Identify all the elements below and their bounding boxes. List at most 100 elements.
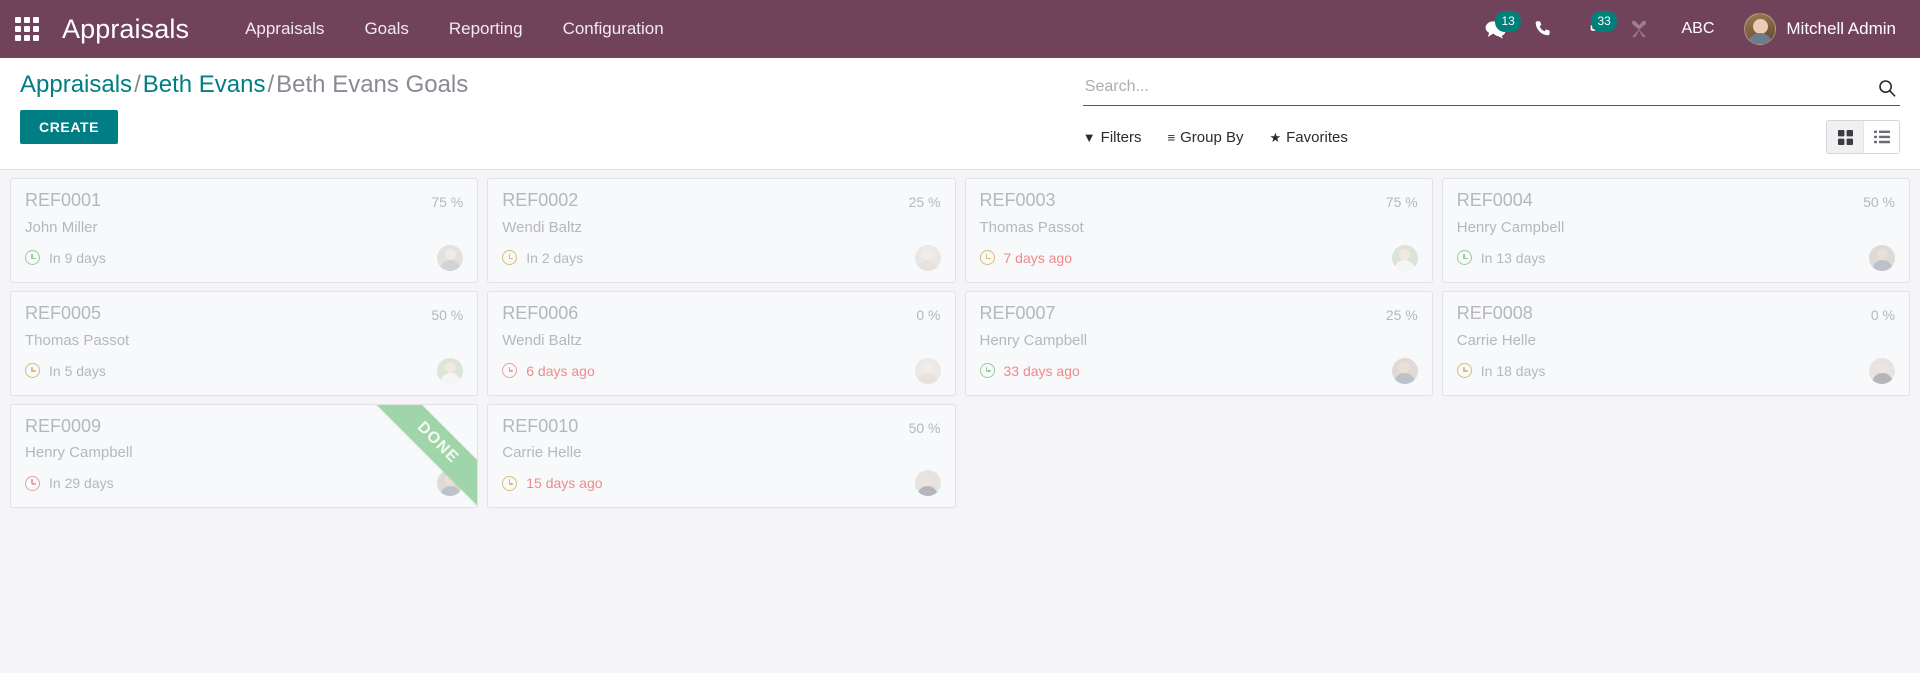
card-person-name: Henry Campbell bbox=[979, 331, 1088, 349]
search-input[interactable] bbox=[1082, 76, 1870, 100]
card-avatar[interactable] bbox=[1869, 244, 1895, 271]
avatar bbox=[1744, 13, 1777, 45]
clock-icon bbox=[25, 363, 40, 379]
card-reference: REF0008 bbox=[1456, 302, 1533, 323]
card-person-name: Carrie Helle bbox=[1456, 331, 1536, 349]
card-deadline: 33 days ago bbox=[979, 362, 1080, 379]
control-panel: Appraisals/Beth Evans/Beth Evans Goals C… bbox=[0, 58, 1920, 170]
card-reference: REF0005 bbox=[25, 302, 102, 323]
nav-item-configuration[interactable]: Configuration bbox=[543, 11, 684, 47]
kanban-card[interactable]: REF0002 25 % Wendi Baltz In 2 days bbox=[487, 178, 956, 283]
card-deadline-label: 6 days ago bbox=[526, 362, 595, 379]
app-brand-title[interactable]: Appraisals bbox=[52, 14, 199, 45]
card-footer: 7 days ago bbox=[979, 244, 1418, 272]
avatar-head bbox=[1876, 361, 1888, 373]
card-avatar[interactable] bbox=[914, 244, 941, 271]
avatar-head bbox=[922, 474, 933, 486]
nav-item-appraisals[interactable]: Appraisals bbox=[225, 11, 344, 47]
card-deadline: In 5 days bbox=[25, 363, 106, 379]
search-view bbox=[1082, 76, 1900, 106]
favorites-dropdown[interactable]: ★ Favorites bbox=[1269, 129, 1347, 146]
card-reference: REF0007 bbox=[979, 302, 1056, 323]
clock-icon bbox=[502, 363, 518, 379]
filter-funnel-icon: ▼ bbox=[1082, 129, 1096, 145]
card-avatar[interactable] bbox=[1391, 357, 1418, 384]
company-switcher[interactable]: ABC bbox=[1665, 12, 1730, 46]
view-switcher bbox=[1826, 120, 1900, 154]
clock-icon bbox=[502, 475, 518, 491]
card-reference: REF0006 bbox=[502, 302, 579, 323]
card-progress-percent: 75 % bbox=[1385, 194, 1418, 210]
kanban-card[interactable]: REF0001 75 % John Miller In 9 days bbox=[10, 178, 479, 283]
kanban-card[interactable]: REF0004 50 % Henry Campbell In 13 days bbox=[1441, 178, 1910, 283]
list-icon[interactable] bbox=[1863, 121, 1899, 153]
kanban-card[interactable]: REF0007 25 % Henry Campbell 33 days ago bbox=[964, 290, 1433, 396]
card-footer: 15 days ago bbox=[502, 469, 941, 497]
breadcrumb-item-appraisals[interactable]: Appraisals bbox=[20, 71, 132, 98]
kanban-card[interactable]: REF0005 50 % Thomas Passot In 5 days bbox=[10, 290, 479, 396]
nav-item-goals[interactable]: Goals bbox=[344, 11, 428, 47]
avatar-head bbox=[922, 361, 933, 373]
apps-grid-icon[interactable] bbox=[10, 12, 44, 46]
avatar-head bbox=[1876, 248, 1888, 260]
wrench-icon[interactable] bbox=[1617, 7, 1661, 51]
card-deadline: In 18 days bbox=[1456, 363, 1545, 379]
group-by-label: Group By bbox=[1180, 128, 1244, 146]
card-deadline: 6 days ago bbox=[502, 363, 595, 379]
avatar-head bbox=[444, 248, 456, 260]
create-button[interactable]: CREATE bbox=[20, 110, 119, 144]
messages-badge: 13 bbox=[1495, 11, 1521, 32]
card-person-name: Carrie Helle bbox=[502, 444, 582, 462]
card-progress-percent: 0 % bbox=[916, 306, 941, 323]
kanban-card[interactable]: REF0009 Henry Campbell In 29 days DONE bbox=[10, 403, 479, 509]
card-avatar[interactable] bbox=[1391, 244, 1418, 271]
card-deadline-label: In 5 days bbox=[49, 362, 106, 379]
kanban-card[interactable]: REF0003 75 % Thomas Passot 7 days ago bbox=[964, 178, 1433, 283]
card-header: REF0005 50 % bbox=[25, 302, 463, 324]
favorites-label: Favorites bbox=[1286, 128, 1348, 146]
card-avatar[interactable] bbox=[1869, 357, 1895, 384]
kanban-card-grid: REF0001 75 % John Miller In 9 days REF0002 25… bbox=[10, 178, 1910, 509]
clock-icon bbox=[1456, 250, 1472, 266]
search-icon[interactable] bbox=[1870, 79, 1900, 97]
activities-button[interactable]: 33 bbox=[1569, 7, 1617, 51]
card-avatar[interactable] bbox=[914, 470, 941, 497]
phone-button[interactable] bbox=[1521, 7, 1565, 51]
card-avatar[interactable] bbox=[437, 357, 464, 384]
messages-button[interactable]: 13 bbox=[1473, 7, 1521, 51]
card-avatar[interactable] bbox=[437, 244, 464, 271]
clock-icon bbox=[979, 363, 995, 379]
card-avatar[interactable] bbox=[914, 357, 941, 384]
kanban-card[interactable]: REF0006 0 % Wendi Baltz 6 days ago bbox=[487, 290, 956, 396]
card-deadline: 15 days ago bbox=[502, 475, 603, 491]
card-avatar[interactable] bbox=[437, 470, 464, 497]
card-deadline-label: 7 days ago bbox=[1003, 249, 1073, 266]
card-deadline-label: 33 days ago bbox=[1003, 362, 1080, 379]
breadcrumb: Appraisals/Beth Evans/Beth Evans Goals bbox=[20, 70, 1073, 100]
card-header: REF0002 25 % bbox=[502, 190, 940, 211]
avatar-head bbox=[1399, 361, 1411, 373]
card-person-name: Henry Campbell bbox=[1456, 218, 1565, 236]
card-progress-percent: 0 % bbox=[1870, 306, 1895, 323]
navbar-right-tools: 13 33 ABC Mitchell Admin bbox=[1473, 7, 1902, 51]
card-person-name: John Miller bbox=[25, 218, 98, 236]
card-deadline: In 9 days bbox=[25, 250, 106, 266]
filters-dropdown[interactable]: ▼ Filters bbox=[1083, 129, 1142, 146]
group-by-lines-icon: ≡ bbox=[1167, 129, 1176, 145]
nav-item-reporting[interactable]: Reporting bbox=[429, 11, 543, 47]
kanban-card[interactable]: REF0010 50 % Carrie Helle 15 days ago bbox=[487, 403, 956, 509]
breadcrumb-item-beth-evans[interactable]: Beth Evans bbox=[143, 71, 266, 98]
card-reference: REF0010 bbox=[502, 415, 579, 436]
card-deadline-label: In 2 days bbox=[526, 249, 584, 266]
card-deadline-label: In 9 days bbox=[49, 249, 106, 266]
group-by-dropdown[interactable]: ≡ Group By bbox=[1168, 129, 1244, 146]
kanban-card[interactable]: REF0008 0 % Carrie Helle In 18 days bbox=[1441, 290, 1910, 396]
control-panel-left: Appraisals/Beth Evans/Beth Evans Goals C… bbox=[20, 70, 1073, 144]
card-deadline: In 2 days bbox=[502, 250, 583, 266]
card-header: REF0010 50 % bbox=[502, 415, 940, 437]
user-menu[interactable]: Mitchell Admin bbox=[1734, 9, 1902, 49]
control-panel-right: ▼ Filters ≡ Group By ★ Favorites bbox=[1073, 70, 1900, 154]
card-reference: REF0004 bbox=[1456, 190, 1533, 210]
card-person-name: Wendi Baltz bbox=[502, 218, 583, 236]
kanban-grid-icon[interactable] bbox=[1827, 121, 1863, 153]
